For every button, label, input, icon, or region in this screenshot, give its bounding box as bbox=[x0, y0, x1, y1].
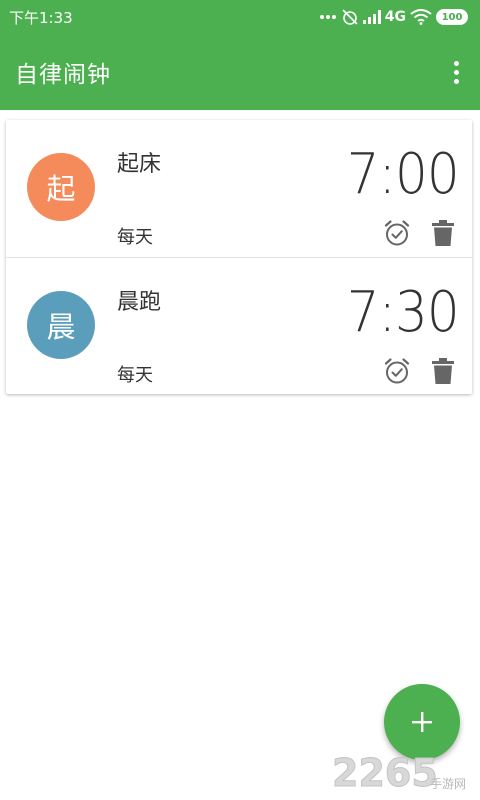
alarm-list: 起 起床 7:00 每天 晨 晨跑 7:30 每天 bbox=[6, 120, 472, 394]
more-vert-icon[interactable] bbox=[446, 58, 466, 86]
signal-icon bbox=[362, 10, 381, 24]
network-type: 4G bbox=[384, 9, 406, 25]
alarm-name: 晨跑 bbox=[117, 290, 162, 315]
watermark-text: 手游网 bbox=[430, 777, 466, 791]
alarm-check-icon[interactable] bbox=[383, 219, 411, 247]
alarm-repeat: 每天 bbox=[117, 365, 153, 386]
watermark-logo: 2265 手游网 bbox=[332, 751, 467, 793]
alarm-name: 起床 bbox=[117, 152, 162, 177]
more-dots-icon bbox=[319, 15, 336, 19]
wifi-icon bbox=[410, 9, 432, 25]
status-bar: 下午1:33 4G 100 bbox=[0, 0, 480, 34]
trash-icon[interactable] bbox=[430, 219, 456, 247]
toolbar: 自律闹钟 bbox=[0, 34, 480, 110]
battery-indicator: 100 bbox=[436, 9, 468, 25]
alarm-time[interactable]: 7:00 bbox=[347, 142, 460, 207]
status-icons: 4G 100 bbox=[319, 8, 468, 26]
status-time: 下午1:33 bbox=[9, 8, 73, 27]
alarm-avatar: 起 bbox=[27, 153, 95, 221]
screen: 下午1:33 4G 100 自律闹钟 起 起床 7:00 每天 晨 晨跑 7:3… bbox=[0, 0, 480, 800]
alarm-item[interactable]: 起 起床 7:00 每天 bbox=[6, 120, 472, 257]
alarm-check-icon[interactable] bbox=[383, 357, 411, 385]
add-icon bbox=[412, 712, 432, 732]
alarm-repeat: 每天 bbox=[117, 227, 153, 248]
alarm-item[interactable]: 晨 晨跑 7:30 每天 bbox=[6, 257, 472, 394]
app-title: 自律闹钟 bbox=[15, 62, 111, 88]
alarm-avatar: 晨 bbox=[27, 291, 95, 359]
app-bar: 下午1:33 4G 100 自律闹钟 bbox=[0, 0, 480, 110]
alarm-time[interactable]: 7:30 bbox=[347, 280, 460, 345]
watermark-number: 2265 bbox=[332, 751, 438, 792]
alarm-off-icon bbox=[342, 9, 358, 25]
trash-icon[interactable] bbox=[430, 357, 456, 385]
